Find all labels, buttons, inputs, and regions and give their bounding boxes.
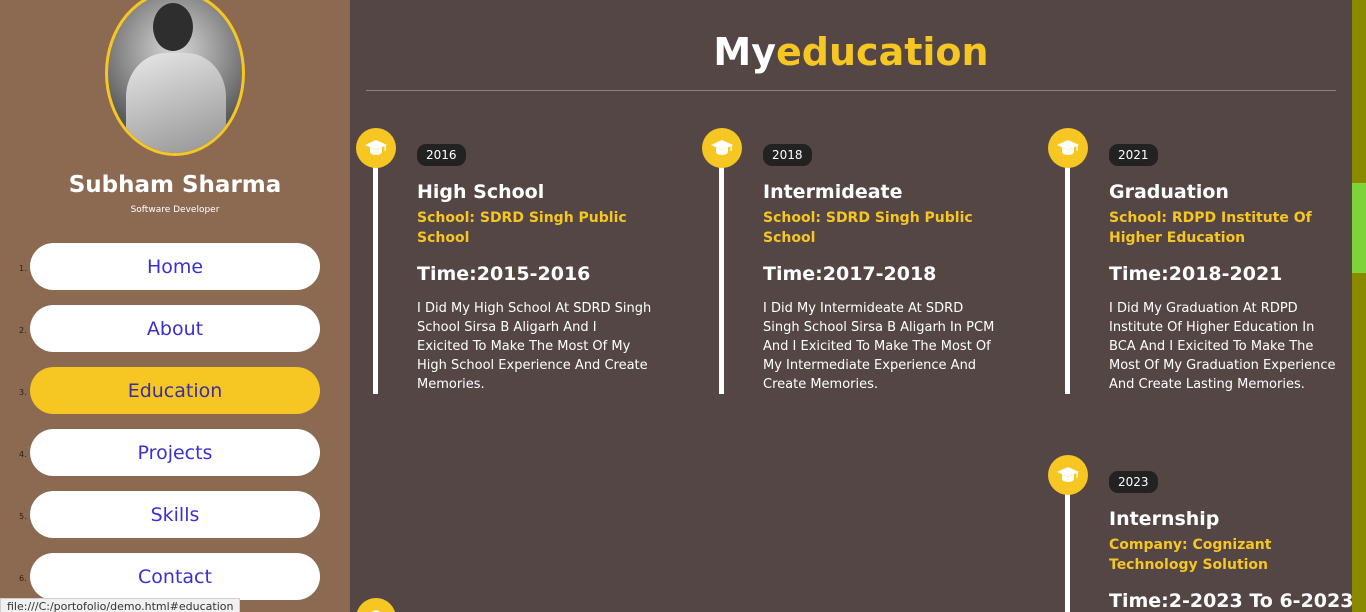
card-title: High School: [417, 181, 545, 203]
sidebar: Subham Sharma Software Developer 1. Home…: [0, 0, 350, 612]
nav-skills-button[interactable]: Skills: [30, 491, 320, 538]
section-heading: Myeducation: [350, 30, 1352, 74]
nav-item-projects: 4. Projects: [0, 429, 350, 476]
year-badge: 2021: [1109, 144, 1158, 166]
card-institution: School: RDPD Institute Of Higher Educati…: [1109, 210, 1312, 246]
nav-item-home: 1. Home: [0, 243, 350, 290]
education-card-high-school: 2016 High School School: SDRD Singh Publ…: [354, 128, 674, 398]
card-title: Intermideate: [763, 181, 903, 203]
nav-home-button[interactable]: Home: [30, 243, 320, 290]
nav-number: 1.: [19, 264, 27, 273]
timeline-line: [373, 158, 378, 394]
card-time: Time:2015-2016: [417, 263, 591, 285]
card-institution: School: SDRD Singh Public School: [417, 210, 627, 246]
education-section: Myeducation 2016 High School School: SDR…: [350, 0, 1353, 612]
nav-item-contact: 6. Contact: [0, 553, 350, 600]
graduation-cap-icon: [702, 128, 742, 168]
profile-name: Subham Sharma: [68, 172, 282, 198]
card-title: Graduation: [1109, 181, 1229, 203]
nav-number: 4.: [19, 450, 27, 459]
graduation-cap-icon: [1048, 455, 1088, 495]
heading-white-part: My: [713, 30, 777, 74]
nav-item-about: 2. About: [0, 305, 350, 352]
nav-number: 2.: [19, 326, 27, 335]
profile-avatar: [105, 0, 245, 156]
card-time: Time:2018-2021: [1109, 263, 1283, 285]
year-badge: 2016: [417, 144, 466, 166]
card-institution: School: SDRD Singh Public School: [763, 210, 973, 246]
nav-projects-button[interactable]: Projects: [30, 429, 320, 476]
year-badge: 2018: [763, 144, 812, 166]
timeline-line: [1065, 158, 1070, 394]
nav-number: 6.: [19, 574, 27, 583]
card-institution: Company: Cognizant Technology Solution: [1109, 537, 1272, 573]
timeline-line: [719, 158, 724, 394]
nav-item-skills: 5. Skills: [0, 491, 350, 538]
education-card-internship: 2023 Internship Company: Cognizant Techn…: [1046, 455, 1366, 612]
nav-education-button[interactable]: Education: [30, 367, 320, 414]
education-card-graduation: 2021 Graduation School: RDPD Institute O…: [1046, 128, 1366, 398]
graduation-cap-icon: [356, 598, 396, 612]
scrollbar-thumb[interactable]: [1352, 183, 1366, 273]
avatar-head-shape: [153, 3, 193, 51]
card-description: I Did My Graduation At RDPD Institute Of…: [1109, 301, 1336, 392]
card-description: I Did My Intermideate At SDRD Singh Scho…: [763, 301, 995, 392]
nav-contact-button[interactable]: Contact: [30, 553, 320, 600]
browser-status-url: file:///C:/portofolio/demo.html#educatio…: [0, 598, 241, 612]
graduation-cap-icon: [1048, 128, 1088, 168]
card-title: Internship: [1109, 508, 1220, 530]
graduation-cap-icon: [356, 128, 396, 168]
avatar-body-shape: [126, 53, 226, 153]
year-badge: 2023: [1109, 471, 1158, 493]
card-time: Time:2-2023 To 6-2023: [1109, 590, 1354, 612]
nav-number: 5.: [19, 512, 27, 521]
nav-item-education: 3. Education: [0, 367, 350, 414]
card-time: Time:2017-2018: [763, 263, 937, 285]
profile-role: Software Developer: [130, 205, 220, 215]
heading-divider: [366, 90, 1336, 91]
scrollbar-track[interactable]: [1352, 0, 1366, 612]
card-description: I Did My High School At SDRD Singh Schoo…: [417, 301, 652, 392]
education-card-intermediate: 2018 Intermideate School: SDRD Singh Pub…: [700, 128, 1020, 398]
heading-yellow-part: education: [776, 30, 989, 74]
timeline-line: [1065, 485, 1070, 612]
nav-number: 3.: [19, 388, 27, 397]
nav-about-button[interactable]: About: [30, 305, 320, 352]
